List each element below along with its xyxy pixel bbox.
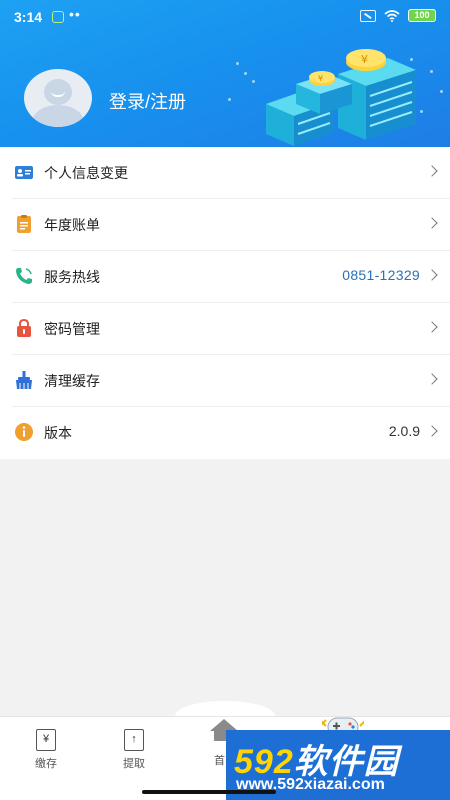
sparkle-decoration — [236, 62, 239, 65]
chevron-right-icon — [426, 165, 438, 177]
menu-item-profile-change[interactable]: 个人信息变更 — [12, 147, 450, 199]
login-register-link[interactable]: 登录/注册 — [109, 88, 186, 114]
id-card-icon — [15, 166, 33, 179]
menu-label: 个人信息变更 — [44, 165, 128, 181]
menu-label: 版本 — [44, 425, 72, 441]
chevron-right-icon — [426, 425, 438, 437]
menu-label: 清理缓存 — [44, 373, 100, 389]
tab-home-label[interactable]: 首 — [214, 752, 225, 768]
menu-item-version[interactable]: 版本 2.0.9 — [12, 407, 450, 459]
sim-icon — [360, 9, 376, 22]
sparkle-decoration — [244, 72, 247, 75]
tab-label: 提取 — [123, 758, 145, 770]
sparkle-decoration — [228, 98, 231, 101]
avatar[interactable] — [24, 69, 92, 127]
menu-item-service-hotline[interactable]: 服务热线 0851-12329 — [12, 251, 450, 303]
chevron-right-icon — [426, 321, 438, 333]
tab-deposit[interactable]: ¥ 缴存 — [16, 729, 76, 771]
svg-text:¥: ¥ — [361, 53, 368, 66]
chevron-right-icon — [426, 373, 438, 385]
menu-label: 服务热线 — [44, 269, 100, 285]
info-icon — [15, 423, 33, 441]
lock-icon — [17, 318, 31, 337]
home-indicator — [142, 790, 276, 794]
menu-item-clear-cache[interactable]: 清理缓存 — [12, 355, 450, 407]
settings-menu: 个人信息变更 年度账单 服务热线 0851-12329 密码管理 清理缓存 版本… — [0, 147, 450, 459]
withdraw-icon: ↑ — [124, 729, 144, 751]
menu-item-annual-bill[interactable]: 年度账单 — [12, 199, 450, 251]
sparkle-decoration — [430, 70, 433, 73]
profile-header: 3:14 •• 100 ¥ ¥ 登录/注册 — [0, 0, 450, 147]
deposit-icon: ¥ — [36, 729, 56, 751]
bill-icon — [17, 215, 31, 233]
svg-text:¥: ¥ — [318, 74, 323, 83]
wifi-icon — [384, 9, 400, 22]
menu-label: 密码管理 — [44, 321, 100, 337]
version-number: 2.0.9 — [388, 423, 420, 439]
battery-indicator: 100 — [408, 9, 436, 22]
broom-icon — [16, 371, 32, 389]
avatar-body — [32, 105, 84, 127]
hotline-number[interactable]: 0851-12329 — [342, 267, 420, 283]
buildings-coins-illustration: ¥ ¥ — [266, 49, 416, 146]
tab-withdraw[interactable]: ↑ 提取 — [104, 729, 164, 771]
phone-icon — [16, 268, 32, 284]
notification-app-icon — [52, 11, 64, 23]
status-time: 3:14 — [14, 9, 43, 25]
menu-item-password[interactable]: 密码管理 — [12, 303, 450, 355]
sparkle-decoration — [252, 80, 255, 83]
tab-label: 缴存 — [35, 758, 57, 770]
status-dots: •• — [69, 6, 81, 22]
menu-label: 年度账单 — [44, 217, 100, 233]
sparkle-decoration — [440, 90, 443, 93]
status-right: 100 — [360, 9, 436, 22]
chevron-right-icon — [426, 269, 438, 281]
chevron-right-icon — [426, 217, 438, 229]
status-bar: 3:14 •• 100 — [0, 0, 450, 34]
